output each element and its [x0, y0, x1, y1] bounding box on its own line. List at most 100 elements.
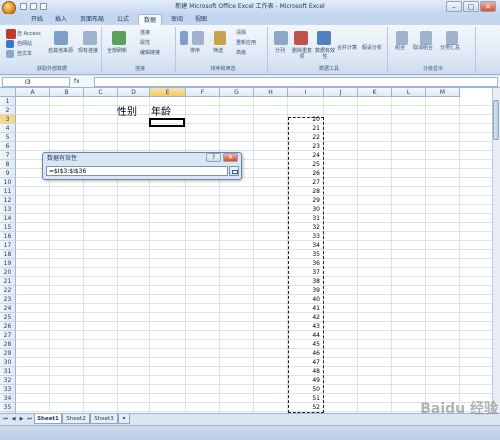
row-header-34[interactable]: 34	[0, 394, 16, 403]
connections-button[interactable]: 连接	[140, 30, 150, 36]
row-header-18[interactable]: 18	[0, 250, 16, 259]
text-to-columns-button[interactable]: 分列	[275, 48, 285, 54]
column-header-b[interactable]: B	[50, 88, 84, 97]
row-header-27[interactable]: 27	[0, 331, 16, 340]
row-header-35[interactable]: 35	[0, 403, 16, 412]
existing-connections-button[interactable]: 现有连接	[78, 48, 98, 54]
undo-icon[interactable]	[30, 3, 37, 10]
data-validation-button[interactable]: 数据有效性	[315, 48, 335, 60]
row-header-7[interactable]: 7	[0, 151, 16, 160]
row-header-17[interactable]: 17	[0, 241, 16, 250]
minimize-button[interactable]: –	[446, 1, 462, 12]
row-header-8[interactable]: 8	[0, 160, 16, 169]
dialog-help-button[interactable]: ?	[206, 153, 221, 162]
advanced-button[interactable]: 高级	[236, 50, 246, 56]
row-header-10[interactable]: 10	[0, 178, 16, 187]
column-header-d[interactable]: D	[118, 88, 150, 97]
column-header-a[interactable]: A	[16, 88, 50, 97]
from-web-button[interactable]: 自网站	[17, 41, 32, 47]
reapply-button[interactable]: 重新应用	[236, 40, 256, 46]
tab-insert[interactable]: 插入	[50, 14, 72, 25]
active-cell-e3[interactable]	[149, 118, 185, 127]
consolidate-button[interactable]: 合并计算	[337, 45, 357, 51]
tab-view[interactable]: 视图	[190, 14, 212, 25]
row-header-5[interactable]: 5	[0, 133, 16, 142]
row-header-22[interactable]: 22	[0, 286, 16, 295]
name-box[interactable]: I3	[2, 77, 70, 87]
sheet-tab-3[interactable]: Sheet3	[90, 414, 118, 424]
close-button[interactable]: ✕	[480, 1, 496, 12]
group-button[interactable]: 组合	[395, 45, 405, 51]
tab-formulas[interactable]: 公式	[112, 14, 134, 25]
row-header-28[interactable]: 28	[0, 340, 16, 349]
sheet-tab-1[interactable]: Sheet1	[34, 414, 62, 424]
ungroup-button[interactable]: 取消组合	[413, 45, 433, 51]
row-header-30[interactable]: 30	[0, 358, 16, 367]
other-sources-button[interactable]: 自其他来源	[48, 48, 73, 54]
row-header-16[interactable]: 16	[0, 232, 16, 241]
column-header-h[interactable]: H	[254, 88, 288, 97]
row-header-24[interactable]: 24	[0, 304, 16, 313]
dialog-range-input[interactable]: =$I$3:$I$36	[46, 166, 228, 176]
subtotal-button[interactable]: 分类汇总	[440, 45, 460, 51]
tab-review[interactable]: 审阅	[166, 14, 188, 25]
dialog-close-button[interactable]: ✕	[223, 153, 238, 162]
sort-az-icon[interactable]	[180, 31, 188, 45]
row-header-4[interactable]: 4	[0, 124, 16, 133]
tab-home[interactable]: 开始	[26, 14, 48, 25]
row-header-31[interactable]: 31	[0, 367, 16, 376]
prev-sheet-icon[interactable]: ◀	[10, 415, 17, 423]
maximize-button[interactable]: □	[463, 1, 479, 12]
next-sheet-icon[interactable]: ▶	[18, 415, 25, 423]
what-if-analysis-button[interactable]: 假设分析	[362, 45, 382, 51]
row-header-2[interactable]: 2	[0, 106, 16, 115]
vertical-scroll-thumb[interactable]	[493, 100, 499, 140]
row-header-3[interactable]: 3	[0, 115, 16, 124]
filter-button[interactable]: 筛选	[213, 48, 223, 54]
row-header-21[interactable]: 21	[0, 277, 16, 286]
edit-links-button[interactable]: 编辑链接	[140, 50, 160, 56]
refresh-all-button[interactable]: 全部刷新	[107, 48, 127, 54]
row-header-15[interactable]: 15	[0, 223, 16, 232]
sort-button[interactable]: 排序	[190, 48, 200, 54]
first-sheet-icon[interactable]: ⏮	[2, 415, 9, 423]
column-header-k[interactable]: K	[358, 88, 392, 97]
last-sheet-icon[interactable]: ⏭	[26, 415, 33, 423]
formula-input[interactable]	[94, 77, 498, 87]
column-header-j[interactable]: J	[324, 88, 358, 97]
remove-duplicates-button[interactable]: 删除重复项	[292, 48, 312, 60]
column-header-l[interactable]: L	[392, 88, 426, 97]
tab-page-layout[interactable]: 页面布局	[76, 14, 108, 25]
column-header-i[interactable]: I	[288, 88, 324, 97]
column-header-g[interactable]: G	[220, 88, 254, 97]
row-header-20[interactable]: 20	[0, 268, 16, 277]
row-header-32[interactable]: 32	[0, 376, 16, 385]
row-header-6[interactable]: 6	[0, 142, 16, 151]
row-header-19[interactable]: 19	[0, 259, 16, 268]
select-all-corner[interactable]	[0, 88, 16, 97]
insert-sheet-icon[interactable]: ✦	[118, 414, 130, 424]
clear-button[interactable]: 清除	[236, 30, 246, 36]
save-icon[interactable]	[20, 3, 27, 10]
row-header-11[interactable]: 11	[0, 187, 16, 196]
column-header-m[interactable]: M	[426, 88, 460, 97]
expand-dialog-icon[interactable]	[229, 166, 239, 176]
tab-data[interactable]: 数据	[138, 14, 162, 25]
from-access-button[interactable]: 自 Access	[17, 31, 41, 37]
redo-icon[interactable]	[40, 3, 47, 10]
properties-button[interactable]: 属性	[140, 40, 150, 46]
worksheet-grid[interactable]	[0, 88, 492, 413]
row-header-12[interactable]: 12	[0, 196, 16, 205]
office-button[interactable]	[2, 1, 16, 15]
fx-icon[interactable]: fx	[74, 77, 92, 87]
row-header-9[interactable]: 9	[0, 169, 16, 178]
sheet-tab-2[interactable]: Sheet2	[62, 414, 90, 424]
row-header-25[interactable]: 25	[0, 313, 16, 322]
row-header-1[interactable]: 1	[0, 97, 16, 106]
column-header-c[interactable]: C	[84, 88, 118, 97]
row-header-13[interactable]: 13	[0, 205, 16, 214]
column-header-e[interactable]: E	[150, 88, 186, 97]
cell-d2-gender[interactable]: 性别	[117, 107, 147, 119]
from-text-button[interactable]: 自文本	[17, 51, 32, 57]
column-header-f[interactable]: F	[186, 88, 220, 97]
